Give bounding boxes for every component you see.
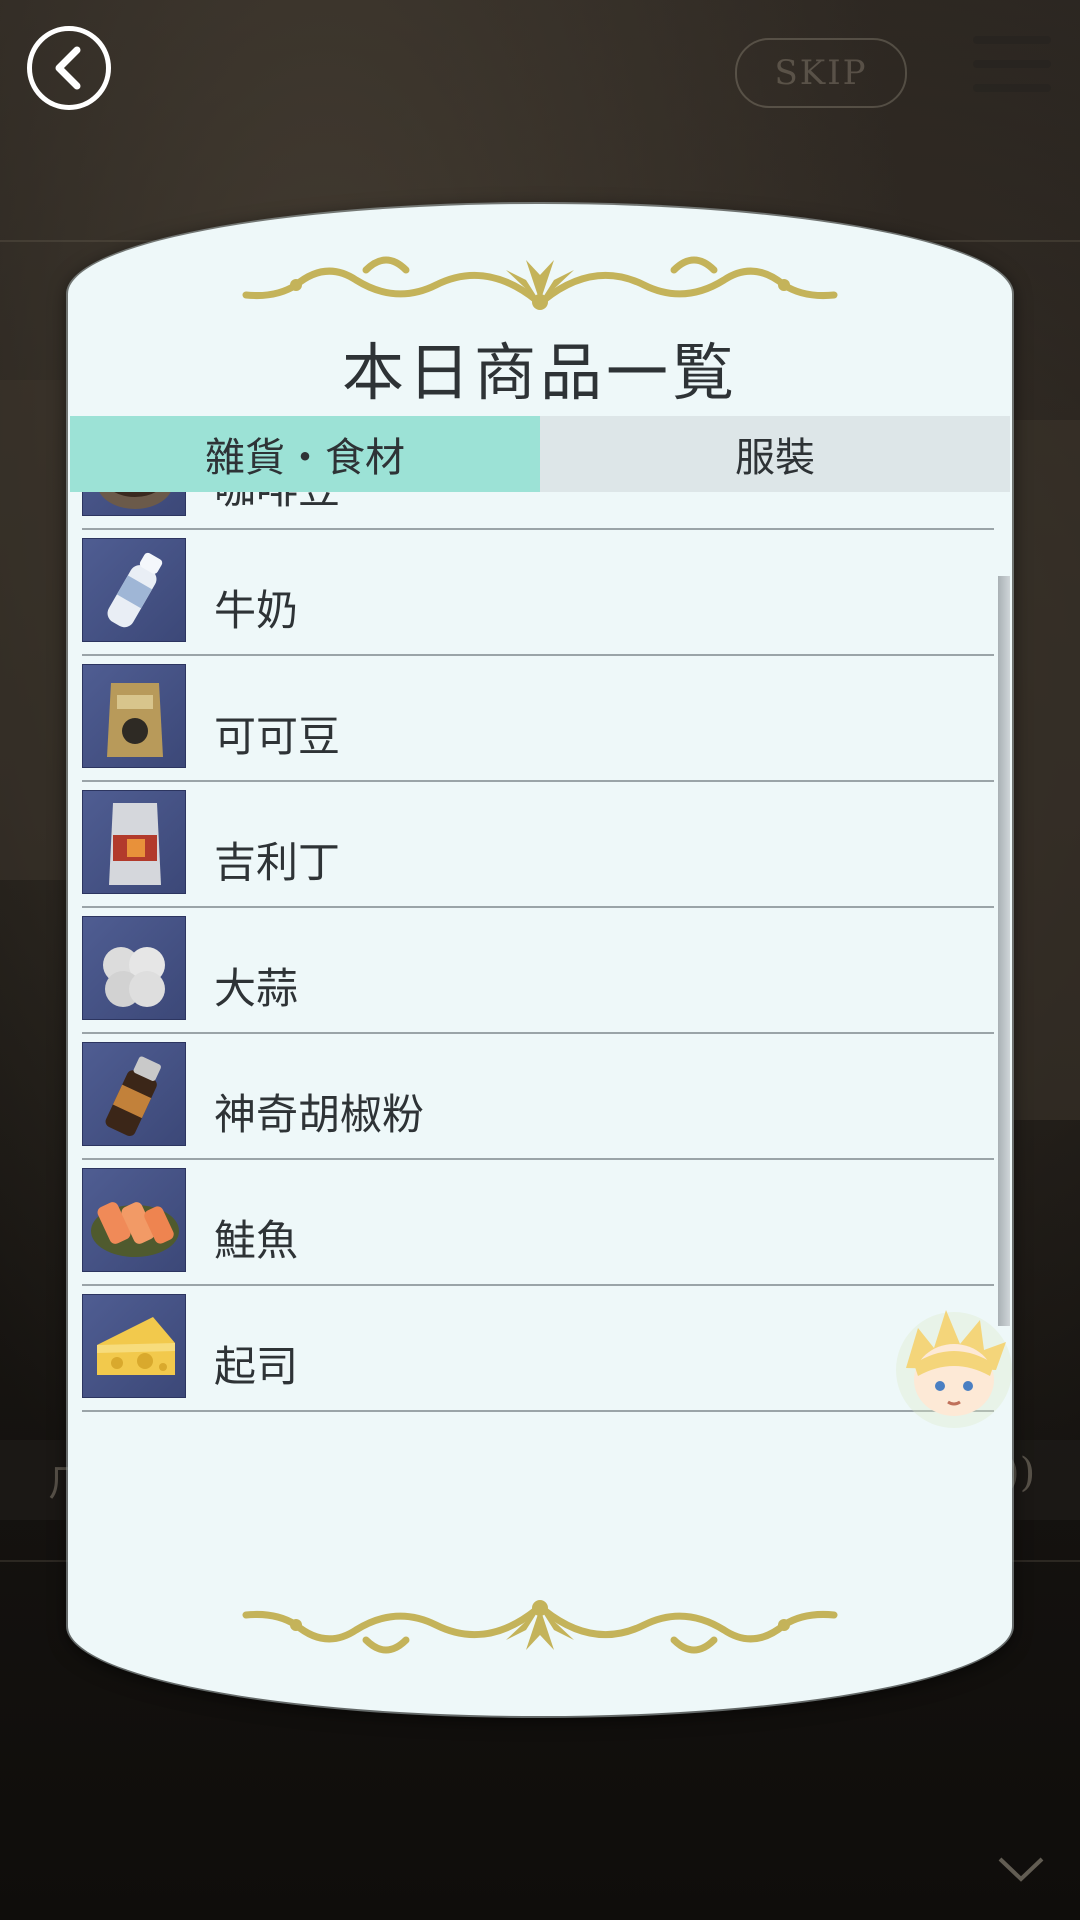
- list-item[interactable]: 神奇胡椒粉: [82, 1034, 994, 1160]
- garlic-net-icon: [82, 916, 186, 1020]
- item-name: 鮭魚: [214, 1216, 299, 1265]
- salmon-dish-icon: [82, 1168, 186, 1272]
- item-name: 神奇胡椒粉: [214, 1090, 425, 1139]
- list-item[interactable]: 鮭魚: [82, 1160, 994, 1286]
- chevron-left-icon: [55, 46, 81, 90]
- gelatin-pack-icon: [82, 790, 186, 894]
- cheese-icon: [82, 1294, 186, 1398]
- ornament-bottom: [242, 1600, 838, 1654]
- pepper-bottle-icon: [82, 1042, 186, 1146]
- list-scrollbar[interactable]: [998, 576, 1010, 1326]
- item-name: 吉利丁: [214, 838, 341, 887]
- ornament-top: [242, 256, 838, 310]
- cocoa-bag-icon: [82, 664, 186, 768]
- item-name: 可可豆: [214, 712, 341, 761]
- item-name: 咖啡豆: [214, 492, 340, 510]
- list-item[interactable]: 可可豆: [82, 656, 994, 782]
- list-item[interactable]: 起司: [82, 1286, 994, 1412]
- mascot-avatar-icon[interactable]: [884, 1298, 1024, 1438]
- category-tabs: 雜貨・食材 服裝: [70, 416, 1010, 492]
- panel-title: 本日商品一覧: [341, 336, 738, 409]
- hamburger-menu-icon[interactable]: [973, 36, 1051, 102]
- list-item[interactable]: 吉利丁: [82, 782, 994, 908]
- product-list: 咖啡豆 牛奶 可: [82, 492, 994, 1442]
- item-name: 大蒜: [214, 964, 299, 1013]
- item-name: 起司: [214, 1342, 299, 1391]
- tab-clothing[interactable]: 服裝: [540, 416, 1010, 492]
- milk-bottle-icon: [82, 538, 186, 642]
- item-name: 牛奶: [214, 586, 299, 635]
- tab-groceries[interactable]: 雜貨・食材: [70, 416, 540, 492]
- product-list-panel: 本日商品一覧 雜貨・食材 服裝 咖啡豆 牛奶: [68, 204, 1012, 1716]
- list-item[interactable]: 大蒜: [82, 908, 994, 1034]
- list-item[interactable]: 咖啡豆: [82, 492, 994, 530]
- coffee-beans-icon: [82, 492, 186, 516]
- skip-button[interactable]: SKIP: [735, 38, 907, 108]
- back-button[interactable]: [27, 26, 111, 110]
- list-item[interactable]: 牛奶: [82, 530, 994, 656]
- chevron-down-icon[interactable]: [996, 1855, 1046, 1885]
